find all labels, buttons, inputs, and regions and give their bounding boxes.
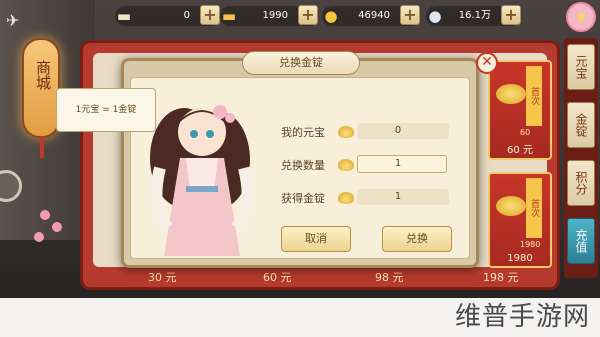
blossom-icon xyxy=(52,222,62,232)
blossom-icon xyxy=(40,210,50,220)
resource-value: 46940 xyxy=(358,10,390,21)
lantern-tassel xyxy=(40,136,44,158)
card-price: 60 元 xyxy=(507,145,533,156)
blossom-icon xyxy=(34,232,44,242)
exchange-quantity-value: 1 xyxy=(394,158,402,169)
resource-silver-coin: ● 16.1万 + xyxy=(426,5,521,26)
first-purchase-ribbon: 首次 xyxy=(526,66,542,126)
shop-tab-column: 元宝 金锭 积分 充值 xyxy=(564,38,598,278)
resource-gold-coin: ● 46940 + xyxy=(322,5,420,26)
price-label: 198 元 xyxy=(483,271,519,284)
character-portrait xyxy=(150,105,254,256)
gold-ingot-icon xyxy=(338,192,354,204)
bird-icon: ✈ xyxy=(6,11,20,30)
gold-ingot-icon: ▬ xyxy=(221,7,237,25)
add-silver-coin-button[interactable]: + xyxy=(501,5,521,25)
price-label: 98 元 xyxy=(375,271,404,284)
dialog-title: 兑换金锭 xyxy=(242,51,360,75)
my-yuanbao-value: 0 xyxy=(394,125,402,136)
card-amount: 1980 xyxy=(520,240,541,249)
close-button[interactable]: ✕ xyxy=(476,52,498,74)
exchange-quantity-label: 兑换数量 xyxy=(281,159,325,172)
shop-card[interactable]: 首次 1980 1980 xyxy=(488,172,552,268)
watermark: 维普手游网 xyxy=(454,302,590,332)
gold-chest-icon xyxy=(496,196,526,216)
resource-value: 16.1万 xyxy=(458,10,491,21)
card-amount: 60 xyxy=(520,128,531,137)
price-label: 30 元 xyxy=(148,271,177,284)
resource-value: 1990 xyxy=(262,10,288,21)
get-jinding-label: 获得金锭 xyxy=(281,192,325,205)
shop-price-row: 30 元 60 元 98 元 198 元 xyxy=(113,269,533,285)
shop-card[interactable]: 首次 60 60 元 xyxy=(488,60,552,160)
gold-ingot-icon xyxy=(338,159,354,171)
tab-yuanbao[interactable]: 元宝 xyxy=(567,44,595,90)
add-gold-ingot-button[interactable]: + xyxy=(298,5,318,25)
shop-sign-text: 商城 xyxy=(34,60,52,90)
flower-decoration-icon xyxy=(566,2,596,32)
silver-coin-icon: ● xyxy=(428,7,442,25)
gold-coin-icon: ● xyxy=(324,7,338,25)
tab-chongzhi[interactable]: 充值 xyxy=(567,218,595,264)
card-price: 1980 xyxy=(507,253,533,264)
shop-lantern-sign: 商城 xyxy=(22,38,60,158)
tab-jifen[interactable]: 积分 xyxy=(567,160,595,206)
resource-gold-ingot: ▬ 1990 + xyxy=(220,5,318,26)
cancel-button[interactable]: 取消 xyxy=(281,226,351,252)
silver-ingot-icon xyxy=(338,126,354,138)
resource-bar: ▬ 0 + ▬ 1990 + ● 46940 + ● 16.1万 + xyxy=(110,4,530,28)
get-jinding-value: 1 xyxy=(394,191,402,202)
my-yuanbao-label: 我的元宝 xyxy=(281,126,325,139)
tab-jinding[interactable]: 金锭 xyxy=(567,102,595,148)
exchange-button[interactable]: 兑换 xyxy=(382,226,452,252)
first-purchase-ribbon: 首次 xyxy=(526,178,542,238)
gold-pile-icon xyxy=(496,84,526,104)
price-label: 60 元 xyxy=(263,271,292,284)
resource-value: 0 xyxy=(183,10,190,21)
resource-silver-ingot: ▬ 0 + xyxy=(115,5,220,26)
silver-ingot-icon: ▬ xyxy=(116,7,132,25)
add-gold-coin-button[interactable]: + xyxy=(400,5,420,25)
add-silver-ingot-button[interactable]: + xyxy=(200,5,220,25)
